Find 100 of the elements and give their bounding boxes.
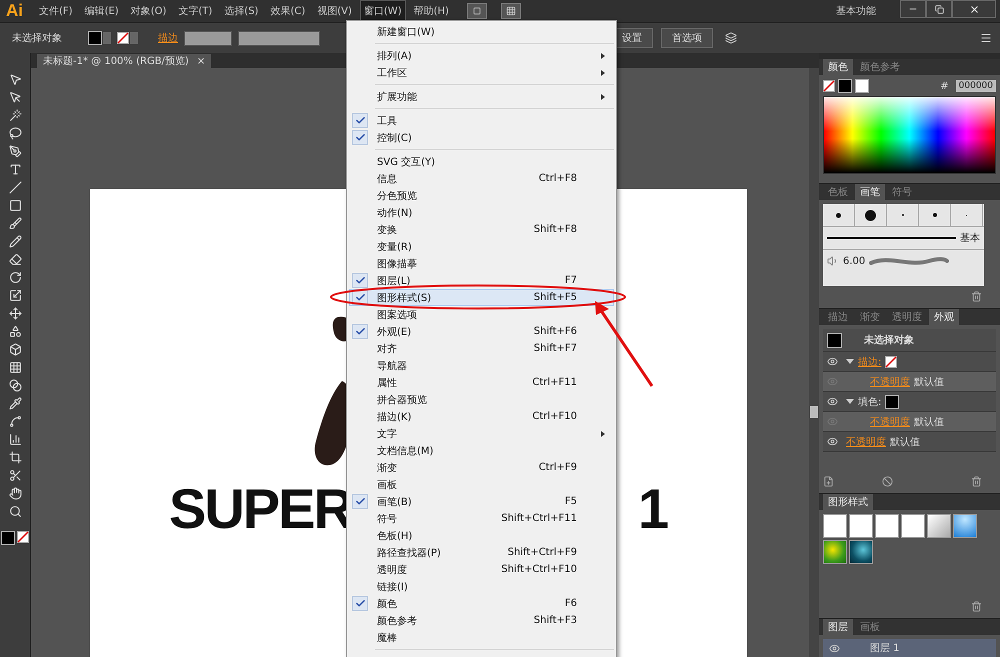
crop-icon[interactable] — [8, 451, 22, 464]
restore-button[interactable] — [926, 0, 952, 18]
wand-icon[interactable] — [8, 109, 22, 122]
menu-item[interactable]: 帮助(H) — [410, 0, 453, 22]
graphic-style-swatch[interactable] — [849, 540, 873, 564]
chart-icon[interactable] — [8, 433, 22, 446]
menu-item[interactable]: 属性 Ctrl+F11 — [349, 374, 614, 391]
menu-item[interactable]: 分色预览 — [349, 187, 614, 204]
hand-icon[interactable] — [8, 487, 22, 500]
menu-item[interactable]: SVG 交互(Y) — [349, 153, 614, 170]
menu-item[interactable]: 工具 — [349, 112, 614, 129]
clear-icon[interactable] — [882, 476, 893, 487]
shapes-icon[interactable] — [8, 325, 22, 338]
menu-item[interactable]: 符号 Shift+Ctrl+F11 — [349, 510, 614, 527]
zoom-icon[interactable] — [8, 505, 22, 518]
graphic-style-swatch[interactable] — [901, 514, 925, 538]
menu-item[interactable]: 魔棒 — [349, 629, 614, 646]
menu-item[interactable]: 文字(T) — [174, 0, 216, 22]
panel-tab[interactable]: 图形样式 — [823, 494, 873, 510]
pencil-icon[interactable] — [8, 235, 22, 248]
panel-tab[interactable]: 符号 — [887, 184, 917, 200]
menu-item[interactable]: 图形样式(S) Shift+F5 — [349, 289, 614, 306]
rectangle-icon[interactable] — [8, 199, 22, 212]
panel-tab[interactable]: 渐变 — [855, 309, 885, 325]
eraser-icon[interactable] — [8, 253, 22, 266]
menu-item[interactable]: 变量(R) — [349, 238, 614, 255]
arrange-icon[interactable] — [725, 32, 737, 44]
menu-item[interactable]: 导航器 — [349, 357, 614, 374]
graphic-style-swatch[interactable] — [875, 514, 899, 538]
cube-icon[interactable] — [8, 343, 22, 356]
scrollbar[interactable] — [809, 68, 819, 657]
menu-item[interactable]: 画笔(B) F5 — [349, 493, 614, 510]
menu-item[interactable]: 拼合器预览 — [349, 391, 614, 408]
menu-item[interactable]: 颜色 F6 — [349, 595, 614, 612]
menu-item[interactable]: 渐变 Ctrl+F9 — [349, 459, 614, 476]
workspace-switcher[interactable]: 基本功能 — [836, 4, 876, 18]
stroke-weight-field[interactable] — [184, 30, 232, 46]
menu-item[interactable]: 链接(I) — [349, 578, 614, 595]
menu-item[interactable]: 窗口(W) — [360, 0, 406, 22]
disclosure-icon[interactable] — [846, 359, 854, 364]
panel-tab[interactable]: 图层 — [823, 619, 853, 635]
graphic-style-swatch[interactable] — [823, 514, 847, 538]
blend-icon[interactable] — [8, 379, 22, 392]
menu-item[interactable]: 信息 Ctrl+F8 — [349, 170, 614, 187]
menu-item[interactable]: 外观(E) Shift+F6 — [349, 323, 614, 340]
panel-tab[interactable]: 画笔 — [855, 184, 885, 200]
panel-tab[interactable]: 色板 — [823, 184, 853, 200]
color-spectrum[interactable] — [823, 96, 996, 174]
menu-item[interactable]: 图层(L) F7 — [349, 272, 614, 289]
graphic-style-swatch[interactable] — [823, 540, 847, 564]
new-stroke-icon[interactable] — [823, 476, 834, 487]
menu-item[interactable]: 文档信息(M) — [349, 442, 614, 459]
hex-field[interactable]: 000000 — [956, 80, 996, 92]
lasso-icon[interactable] — [8, 127, 22, 140]
brush-row[interactable]: 6.00 — [823, 249, 984, 272]
mesh-icon[interactable] — [8, 361, 22, 374]
menu-item[interactable]: 选择(S) — [220, 0, 262, 22]
menu-item[interactable]: 路径查找器(P) Shift+Ctrl+F9 — [349, 544, 614, 561]
profile-field[interactable] — [238, 30, 320, 46]
stroke-link[interactable]: 描边 — [158, 31, 178, 45]
brush-icon[interactable] — [8, 217, 22, 230]
spline-icon[interactable] — [8, 415, 22, 428]
color-swatch[interactable] — [838, 79, 852, 93]
menu-item[interactable]: 画板 — [349, 476, 614, 493]
menu-item[interactable]: 工作区 — [349, 64, 614, 81]
bridge-button[interactable] — [466, 3, 487, 19]
delete-icon[interactable] — [971, 601, 982, 612]
move-icon[interactable] — [8, 307, 22, 320]
panel-tab[interactable]: 外观 — [929, 309, 959, 325]
graphic-style-swatch[interactable] — [927, 514, 951, 538]
preferences-button[interactable]: 首选项 — [661, 28, 713, 48]
menu-item[interactable]: 动作(N) — [349, 204, 614, 221]
tab-close-button[interactable]: × — [196, 56, 206, 66]
menu-item[interactable]: 效果(C) — [266, 0, 310, 22]
menu-item[interactable]: 控制(C) — [349, 129, 614, 146]
menu-item[interactable]: 对齐 Shift+F7 — [349, 340, 614, 357]
scale-icon[interactable] — [8, 289, 22, 302]
layer-row[interactable]: 图层 1 — [823, 639, 996, 657]
eye-icon[interactable] — [827, 356, 838, 367]
menu-item[interactable]: 描边(K) Ctrl+F10 — [349, 408, 614, 425]
direct-select-icon[interactable] — [8, 91, 22, 104]
menu-item[interactable]: 文件(F) — [35, 0, 77, 22]
graphic-style-swatch[interactable] — [953, 514, 977, 538]
panel-tab[interactable]: 描边 — [823, 309, 853, 325]
delete-icon[interactable] — [971, 476, 982, 487]
menu-item[interactable]: 变换 Shift+F8 — [349, 221, 614, 238]
panel-tab[interactable]: 颜色参考 — [855, 59, 905, 75]
document-tab[interactable]: 未标题-1* @ 100% (RGB/预览) × — [37, 54, 212, 68]
delete-icon[interactable] — [971, 291, 982, 302]
menu-item[interactable]: 色板(H) — [349, 527, 614, 544]
panel-menu-icon[interactable] — [980, 32, 992, 44]
graphic-style-swatch[interactable] — [849, 514, 873, 538]
menu-item[interactable]: 视图(V) — [313, 0, 356, 22]
panel-tab[interactable]: 画板 — [855, 619, 885, 635]
eye-icon[interactable] — [827, 436, 838, 447]
menu-item[interactable]: 文字 — [349, 425, 614, 442]
pointer-icon[interactable] — [8, 73, 22, 86]
eye-icon[interactable] — [829, 642, 840, 654]
rotate-icon[interactable] — [8, 271, 22, 284]
eye-icon[interactable] — [827, 396, 838, 407]
